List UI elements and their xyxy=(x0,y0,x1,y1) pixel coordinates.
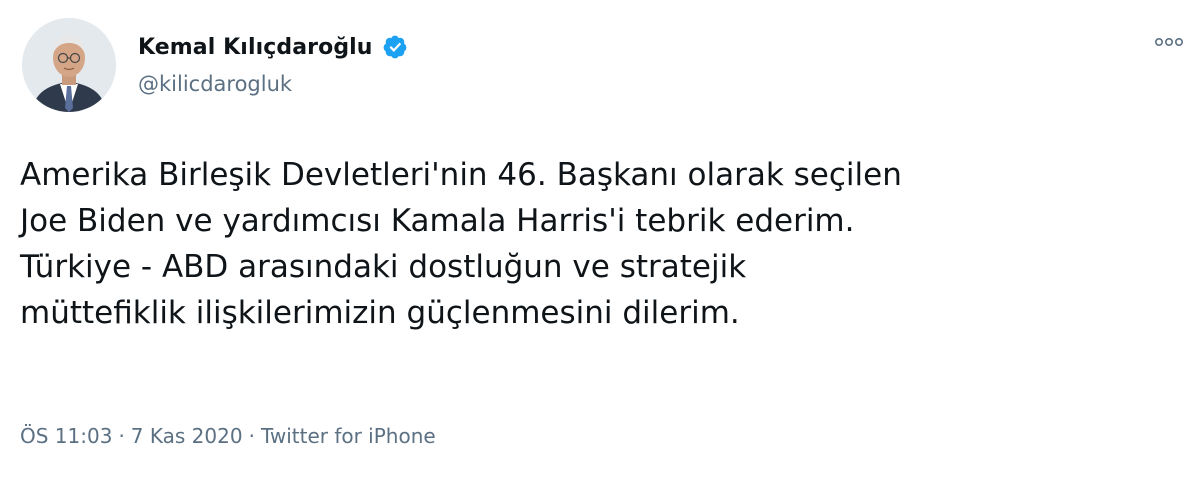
author-name-row: Kemal Kılıçdaroğlu xyxy=(138,30,408,64)
tweet-text-line: müttefiklik ilişkilerimizin güçlenmesini… xyxy=(20,295,740,331)
tweet-metadata: ÖS 11:03 · 7 Kas 2020 · Twitter for iPhone xyxy=(20,424,436,448)
author-handle[interactable]: @kilicdarogluk xyxy=(138,72,292,96)
tweet-text-line: Joe Biden ve yardımcısı Kamala Harris'i … xyxy=(20,203,855,239)
avatar[interactable] xyxy=(22,18,116,112)
tweet-source[interactable]: Twitter for iPhone xyxy=(261,424,436,448)
tweet-text: Amerika Birleşik Devletleri'nin 46. Başk… xyxy=(20,152,1180,336)
tweet-text-line: Amerika Birleşik Devletleri'nin 46. Başk… xyxy=(20,157,902,193)
avatar-image xyxy=(22,18,116,112)
more-options-button[interactable] xyxy=(1152,30,1186,54)
verified-badge-icon xyxy=(383,35,406,59)
author-display-name[interactable]: Kemal Kılıçdaroğlu xyxy=(138,35,373,60)
tweet-card: Kemal Kılıçdaroğlu @kilicdarogluk Amerik… xyxy=(0,0,1200,478)
more-options-icon xyxy=(1154,37,1183,47)
tweet-text-line: Türkiye - ABD arasındaki dostluğun ve st… xyxy=(20,249,747,285)
meta-separator: · xyxy=(118,424,125,448)
meta-separator: · xyxy=(248,424,255,448)
tweet-time[interactable]: ÖS 11:03 xyxy=(20,424,112,448)
tweet-date[interactable]: 7 Kas 2020 xyxy=(131,424,243,448)
